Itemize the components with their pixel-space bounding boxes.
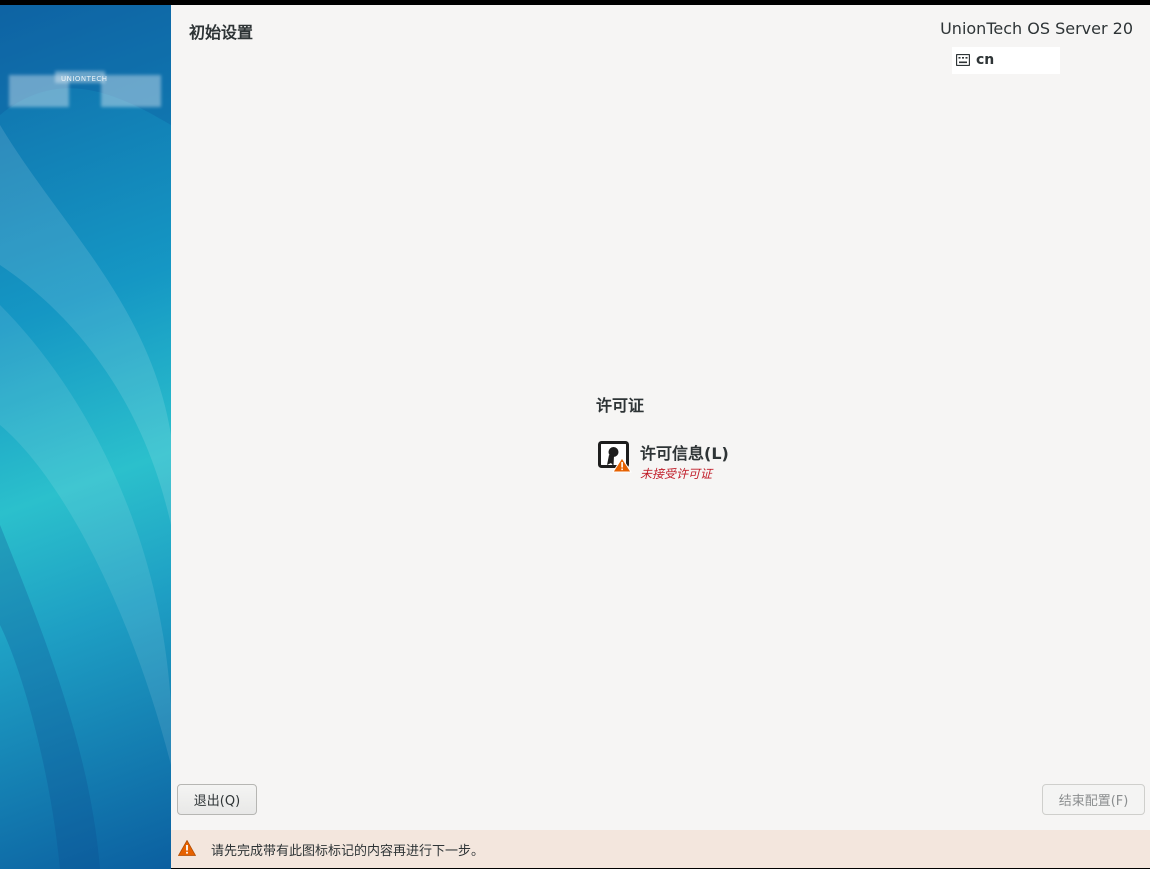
product-name: UnionTech OS Server 20 [940, 19, 1133, 38]
screen: UNIONTECH 初始设置 UnionTech OS Server 20 cn… [0, 0, 1150, 869]
warning-icon [178, 840, 196, 856]
main-content: 初始设置 UnionTech OS Server 20 cn 许可证 许可信息(… [171, 5, 1150, 830]
sidebar-background-art [0, 5, 171, 869]
finish-configuration-button[interactable]: 结束配置(F) [1042, 784, 1145, 815]
license-info-status: 未接受许可证 [640, 467, 713, 481]
page-title: 初始设置 [189, 23, 254, 42]
keyboard-icon [956, 54, 970, 66]
quit-button[interactable]: 退出(Q) [177, 784, 257, 815]
logo-text: UNIONTECH [61, 75, 108, 83]
section-title-license: 许可证 [596, 396, 645, 415]
license-info-spoke[interactable]: 许可信息(L) 未接受许可证 [598, 438, 738, 482]
warning-bar: 请先完成带有此图标标记的内容再进行下一步。 [171, 830, 1150, 868]
license-warning-icon [598, 441, 632, 473]
warning-message: 请先完成带有此图标标记的内容再进行下一步。 [211, 844, 485, 859]
license-info-title: 许可信息(L) [640, 444, 729, 463]
keyboard-layout-indicator[interactable]: cn [952, 47, 1060, 74]
sidebar: UNIONTECH [0, 5, 171, 869]
keyboard-layout-label: cn [976, 52, 995, 68]
uniontech-logo: UNIONTECH [9, 71, 161, 107]
